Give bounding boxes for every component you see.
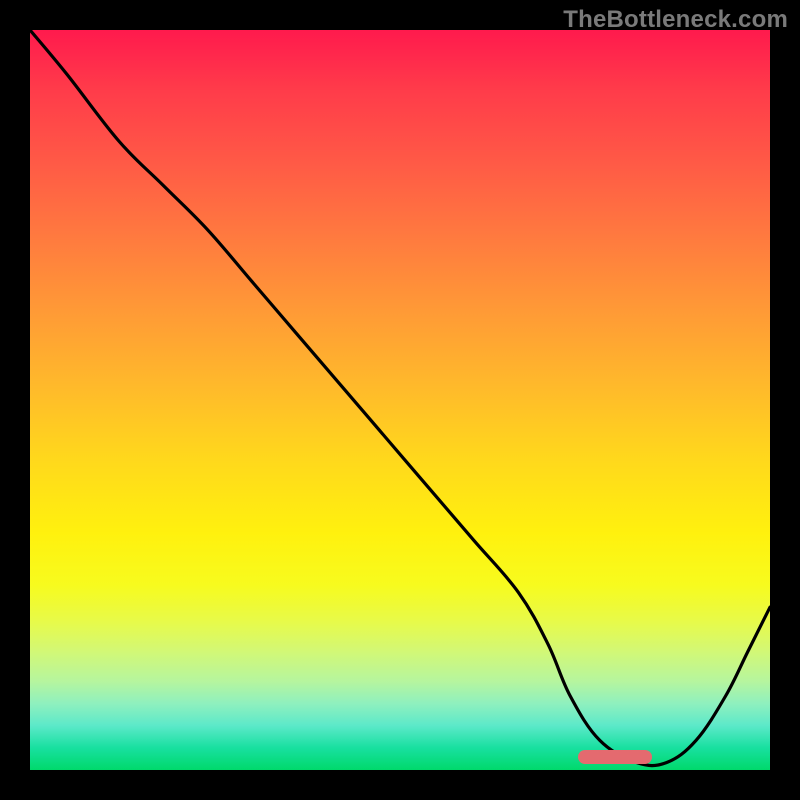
chart-frame: TheBottleneck.com (0, 0, 800, 800)
bottleneck-curve (30, 30, 770, 770)
optimal-range-marker (578, 750, 652, 764)
plot-area (30, 30, 770, 770)
